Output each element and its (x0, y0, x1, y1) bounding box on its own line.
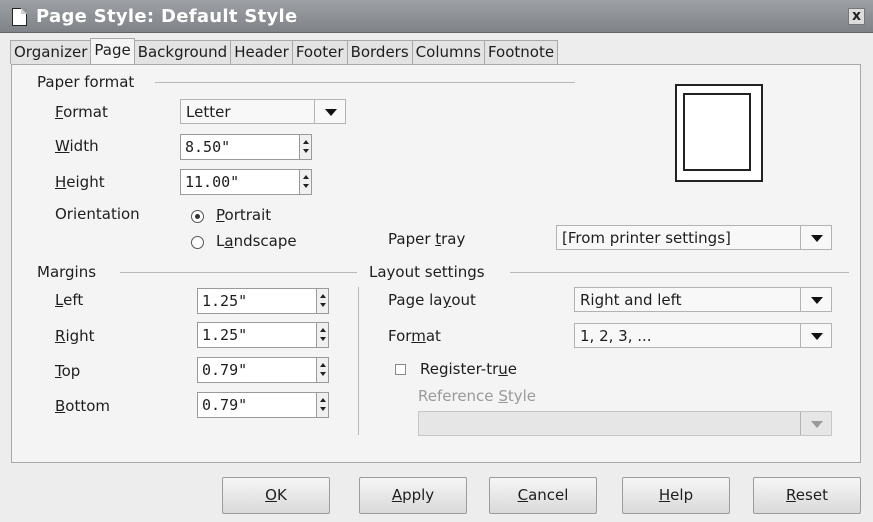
cancel-button[interactable]: Cancel (489, 477, 597, 514)
margin-top-spinner[interactable]: 0.79" (197, 357, 329, 383)
margin-right-label: Right (55, 327, 95, 345)
reference-style-label: Reference Style (418, 387, 536, 405)
title-bar: Page Style: Default Style x (0, 0, 873, 33)
tab-page[interactable]: Page (90, 38, 135, 64)
margins-divider (120, 272, 357, 273)
format-label: Format (55, 103, 108, 121)
apply-button[interactable]: Apply (359, 477, 467, 514)
tab-header[interactable]: Header (230, 40, 293, 64)
margin-left-value[interactable]: 1.25" (202, 292, 247, 310)
width-value[interactable]: 8.50" (185, 138, 230, 156)
margin-bottom-value[interactable]: 0.79" (202, 396, 247, 414)
height-value[interactable]: 11.00" (185, 173, 239, 191)
margins-heading: Margins (37, 263, 97, 281)
spin-arrows-icon[interactable] (316, 358, 328, 382)
numbering-format-dropdown[interactable]: 1, 2, 3, ... (574, 323, 832, 348)
paper-tray-value: [From printer settings] (562, 229, 731, 247)
page-layout-dropdown[interactable]: Right and left (574, 287, 832, 312)
spin-arrows-icon[interactable] (299, 170, 311, 194)
margin-right-value[interactable]: 1.25" (202, 326, 247, 344)
tab-background[interactable]: Background (133, 40, 232, 64)
format-value: Letter (186, 103, 231, 121)
margin-left-spinner[interactable]: 1.25" (197, 288, 329, 314)
landscape-radio[interactable] (191, 236, 204, 249)
landscape-label[interactable]: Landscape (216, 232, 297, 250)
register-true-label[interactable]: Register-true (420, 360, 517, 378)
width-spinner[interactable]: 8.50" (180, 134, 312, 160)
chevron-down-icon[interactable] (314, 100, 345, 123)
margin-left-label: Left (55, 291, 84, 309)
spin-arrows-icon[interactable] (299, 135, 311, 159)
tab-columns[interactable]: Columns (411, 40, 485, 64)
document-icon (12, 8, 27, 26)
numbering-format-value: 1, 2, 3, ... (580, 327, 652, 345)
spin-arrows-icon[interactable] (316, 323, 328, 347)
reset-button[interactable]: Reset (753, 477, 861, 514)
tab-borders[interactable]: Borders (346, 40, 413, 64)
format-dropdown[interactable]: Letter (180, 99, 346, 124)
orientation-label: Orientation (55, 205, 140, 223)
page-layout-value: Right and left (580, 291, 682, 309)
chevron-down-icon[interactable] (800, 226, 831, 249)
margin-top-value[interactable]: 0.79" (202, 361, 247, 379)
portrait-label[interactable]: Portrait (216, 206, 271, 224)
margin-bottom-label: Bottom (55, 397, 111, 415)
paper-tray-dropdown[interactable]: [From printer settings] (556, 225, 832, 250)
margin-right-spinner[interactable]: 1.25" (197, 322, 329, 348)
layout-settings-divider (510, 272, 849, 273)
register-true-checkbox[interactable] (395, 364, 406, 375)
paper-tray-label: Paper tray (388, 230, 466, 248)
numbering-format-label: Format (388, 327, 441, 345)
margin-bottom-spinner[interactable]: 0.79" (197, 392, 329, 418)
ok-button[interactable]: OK (222, 477, 330, 514)
chevron-down-icon[interactable] (800, 324, 831, 347)
chevron-down-icon[interactable] (800, 288, 831, 311)
help-button[interactable]: Help (622, 477, 730, 514)
reference-style-dropdown (418, 411, 832, 436)
paper-format-heading: Paper format (37, 73, 135, 91)
page-tab-panel: Paper format Format Letter Width 8.50" H… (11, 64, 861, 463)
spin-arrows-icon[interactable] (316, 393, 328, 417)
tab-organizer[interactable]: Organizer (10, 40, 92, 64)
width-label: Width (55, 137, 99, 155)
height-label: Height (55, 173, 105, 191)
spin-arrows-icon[interactable] (316, 289, 328, 313)
page-preview (675, 84, 763, 182)
page-style-dialog: Page Style: Default Style x Organizer Pa… (0, 0, 873, 522)
chevron-down-icon (800, 412, 831, 435)
paper-format-divider (155, 82, 575, 83)
tab-bar: Organizer Page Background Header Footer … (10, 38, 559, 64)
close-button[interactable]: x (848, 8, 865, 25)
height-spinner[interactable]: 11.00" (180, 169, 312, 195)
page-preview-margins (683, 93, 751, 171)
layout-settings-heading: Layout settings (369, 263, 485, 281)
tab-footer[interactable]: Footer (291, 40, 348, 64)
dialog-title: Page Style: Default Style (36, 6, 298, 27)
tab-footnote[interactable]: Footnote (483, 40, 559, 64)
page-layout-label: Page layout (388, 291, 476, 309)
section-separator (358, 287, 359, 435)
portrait-radio[interactable] (191, 210, 204, 223)
margin-top-label: Top (55, 362, 81, 380)
